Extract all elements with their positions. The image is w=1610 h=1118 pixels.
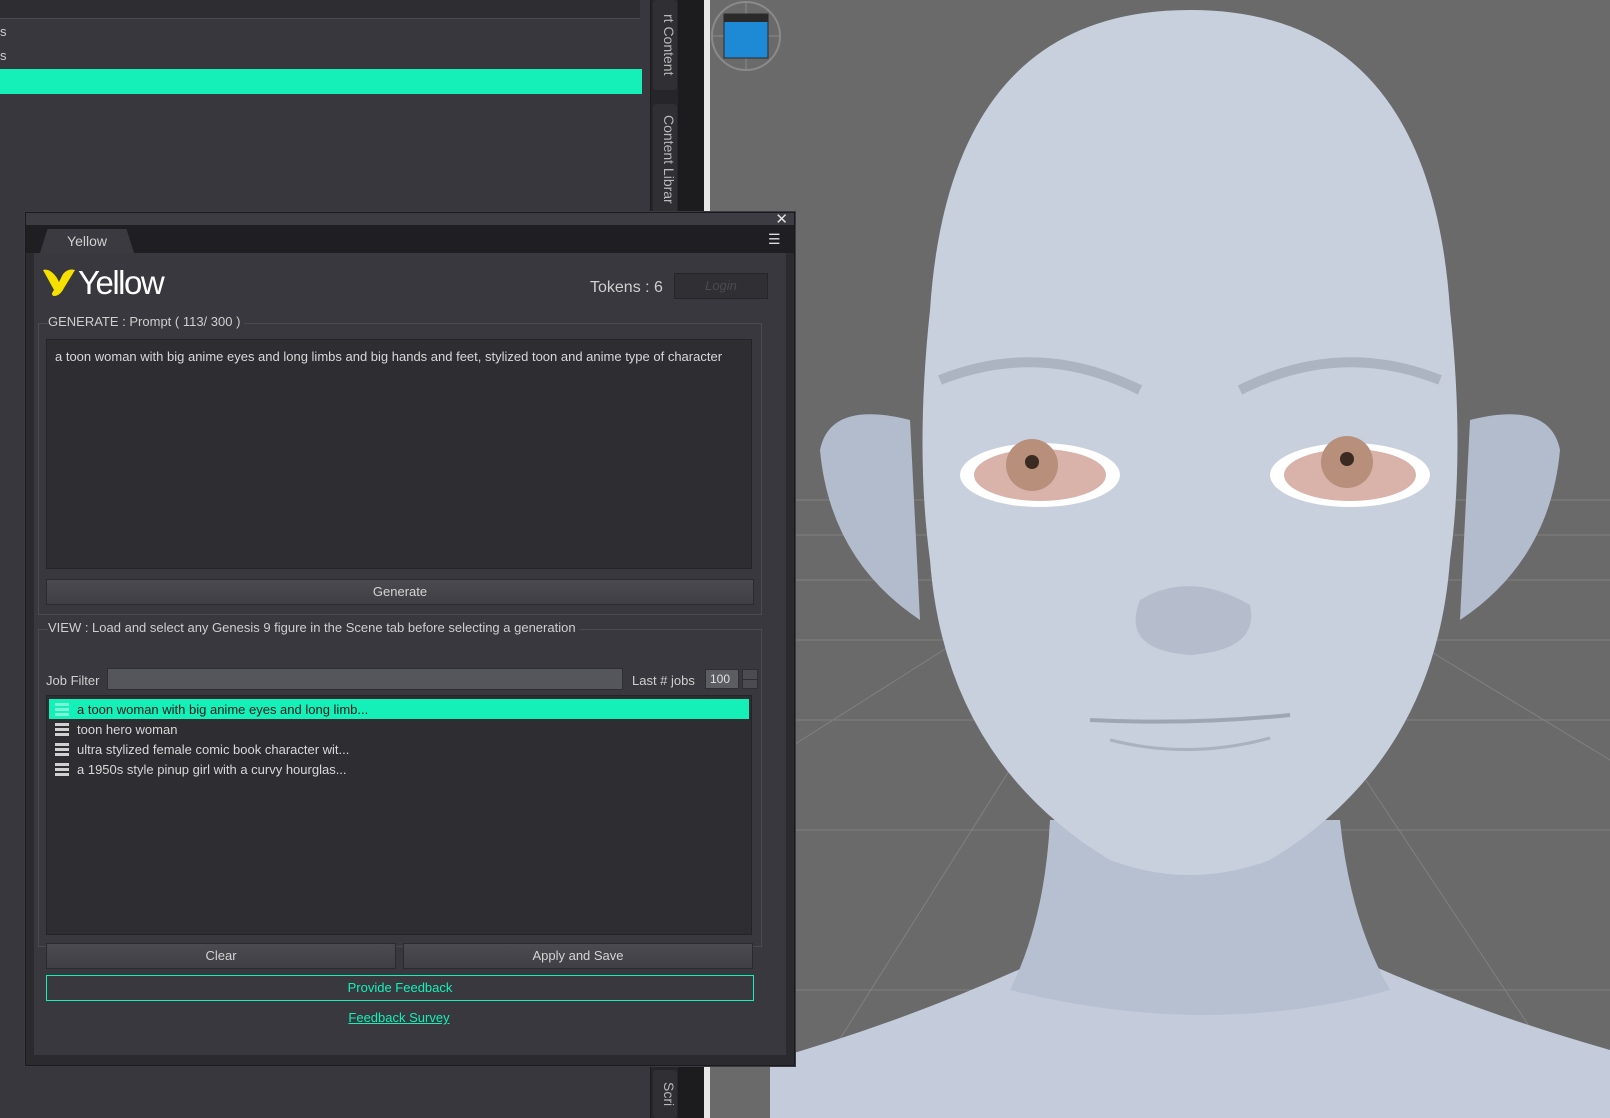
- generate-group-title: GENERATE : Prompt ( 113/ 300 ): [48, 314, 245, 329]
- dialog-tab-bar: Yellow ☰: [26, 225, 794, 253]
- left-ear: [820, 414, 920, 620]
- prompt-textarea[interactable]: a toon woman with big anime eyes and lon…: [46, 339, 752, 569]
- generate-button[interactable]: Generate: [46, 579, 754, 605]
- provide-feedback-button[interactable]: Provide Feedback: [46, 975, 754, 1001]
- list-item[interactable]: toon hero woman: [49, 719, 749, 739]
- job-label: toon hero woman: [77, 721, 178, 737]
- job-label: ultra stylized female comic book charact…: [77, 741, 350, 757]
- view-cube-icon[interactable]: [710, 0, 782, 72]
- clear-button[interactable]: Clear: [46, 943, 396, 969]
- tab-label: Content Librar: [661, 114, 677, 204]
- job-icon: [55, 722, 69, 736]
- job-icon: [55, 762, 69, 776]
- 3d-viewport[interactable]: [710, 0, 1610, 1118]
- right-ear: [1460, 414, 1560, 620]
- yellow-logo-icon: [43, 269, 75, 296]
- last-jobs-input[interactable]: [705, 669, 739, 689]
- tab-yellow[interactable]: Yellow: [40, 229, 134, 253]
- list-item[interactable]: s: [0, 48, 7, 63]
- tab-scripts[interactable]: Scri: [653, 1070, 677, 1118]
- list-item[interactable]: s: [0, 24, 7, 39]
- list-item[interactable]: a 1950s style pinup girl with a curvy ho…: [49, 759, 749, 779]
- login-button[interactable]: Login: [674, 273, 768, 299]
- panel-header-bar: [0, 0, 640, 19]
- yellow-dialog: ✕ Yellow ☰ Yellow Tokens : 6 Login GENER…: [25, 211, 795, 1066]
- tokens-label: Tokens : 6: [590, 279, 663, 296]
- job-filter-label: Job Filter: [46, 673, 100, 688]
- tab-label: rt Content: [661, 14, 677, 76]
- list-item[interactable]: a toon woman with big anime eyes and lon…: [49, 699, 749, 719]
- dialog-titlebar[interactable]: ✕: [26, 211, 794, 228]
- head: [922, 10, 1458, 875]
- viewport-scene: [769, 10, 1610, 1118]
- tab-content-library[interactable]: Content Librar: [653, 104, 677, 214]
- logo-text: Yellow: [78, 264, 165, 301]
- yellow-logo: Yellow: [42, 263, 165, 303]
- feedback-survey-link[interactable]: Feedback Survey: [34, 1010, 764, 1025]
- job-label: a toon woman with big anime eyes and lon…: [77, 701, 369, 717]
- last-jobs-stepper[interactable]: [742, 669, 758, 689]
- last-jobs-label: Last # jobs: [632, 673, 695, 688]
- list-item[interactable]: ultra stylized female comic book charact…: [49, 739, 749, 759]
- tab-label: Scri: [661, 1081, 677, 1107]
- dialog-body: Yellow Tokens : 6 Login GENERATE : Promp…: [34, 253, 786, 1055]
- job-list[interactable]: a toon woman with big anime eyes and lon…: [46, 695, 752, 935]
- panel-menu-icon[interactable]: ☰: [768, 231, 786, 247]
- job-label: a 1950s style pinup girl with a curvy ho…: [77, 761, 347, 777]
- apply-and-save-button[interactable]: Apply and Save: [403, 943, 753, 969]
- tab-smart-content[interactable]: rt Content: [653, 0, 677, 90]
- view-group-title: VIEW : Load and select any Genesis 9 fig…: [48, 620, 580, 635]
- selected-list-item[interactable]: [0, 69, 642, 94]
- job-icon: [55, 702, 69, 716]
- job-icon: [55, 742, 69, 756]
- job-filter-input[interactable]: [107, 668, 623, 690]
